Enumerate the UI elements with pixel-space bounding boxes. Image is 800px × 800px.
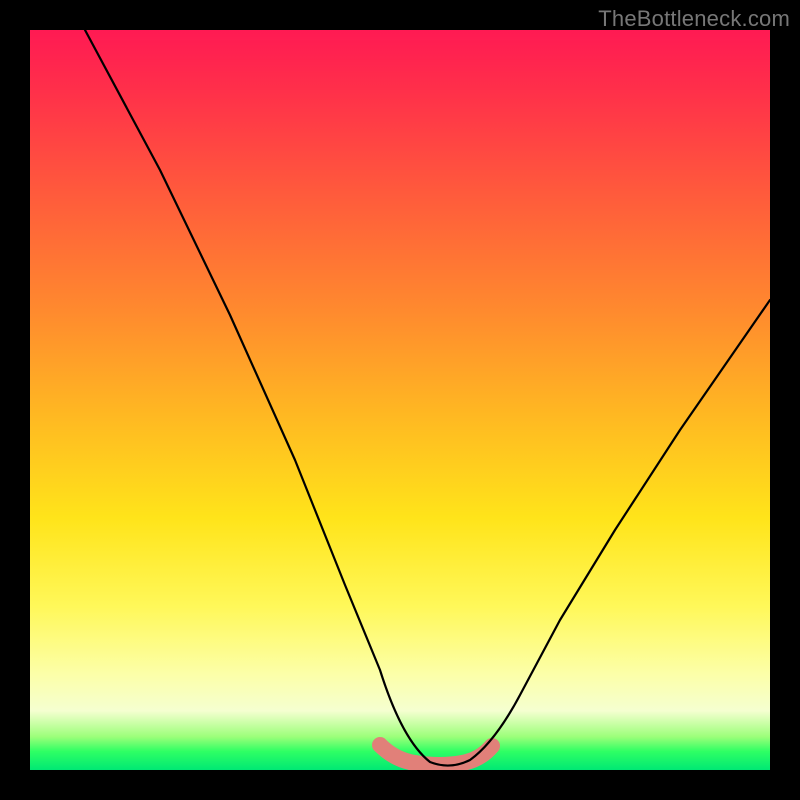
curve-layer xyxy=(30,30,770,770)
chart-frame: TheBottleneck.com xyxy=(0,0,800,800)
watermark-text: TheBottleneck.com xyxy=(598,6,790,32)
plot-area xyxy=(30,30,770,770)
bottleneck-curve-line xyxy=(85,30,770,766)
